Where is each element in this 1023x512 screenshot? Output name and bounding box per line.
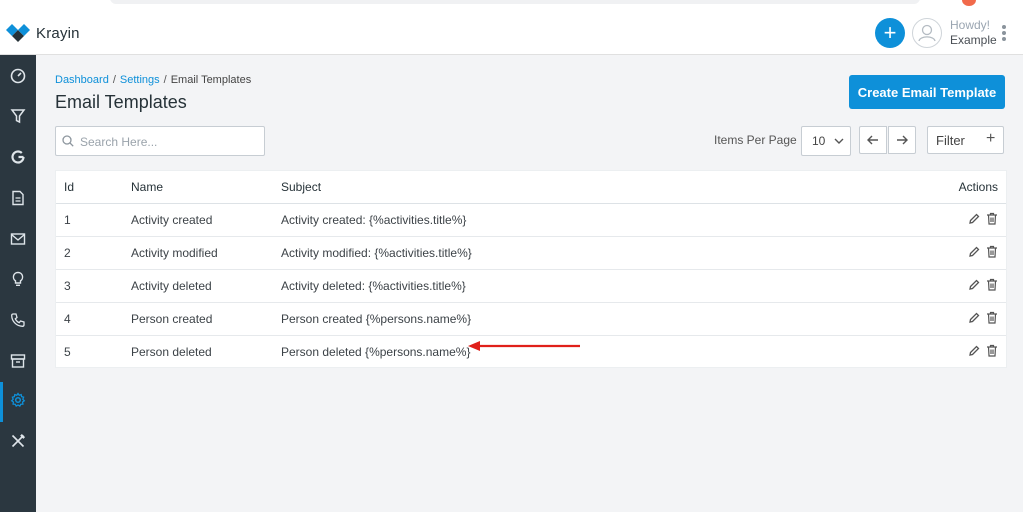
app-logo[interactable]: Krayin — [6, 24, 80, 42]
chevron-down-icon — [834, 138, 844, 144]
row-id: 1 — [56, 203, 131, 237]
address-bar[interactable] — [110, 0, 920, 4]
row-subject: Activity modified: {%activities.title%} — [281, 236, 862, 270]
row-subject: Activity created: {%activities.title%} — [281, 203, 862, 237]
email-templates-table: Id Name Subject Actions 1 Activity creat… — [55, 170, 1007, 368]
column-header-subject[interactable]: Subject — [281, 171, 862, 204]
profile-dot[interactable] — [962, 0, 976, 6]
app-name: Krayin — [36, 24, 80, 42]
create-email-template-button[interactable]: Create Email Template — [849, 75, 1005, 109]
row-actions — [861, 236, 1006, 270]
sidebar-item-quotes[interactable] — [0, 180, 36, 216]
row-name: Activity created — [131, 203, 281, 237]
delete-trash-icon[interactable] — [986, 311, 998, 327]
breadcrumb-settings-link[interactable]: Settings — [120, 74, 160, 86]
table-row: 3 Activity deleted Activity deleted: {%a… — [56, 269, 1006, 303]
row-id: 3 — [56, 269, 131, 303]
mail-icon — [10, 233, 26, 245]
plus-icon: + — [986, 130, 996, 147]
previous-page-button[interactable] — [859, 126, 887, 154]
breadcrumb-separator: / — [163, 74, 167, 86]
delete-trash-icon[interactable] — [986, 245, 998, 261]
column-header-name[interactable]: Name — [131, 171, 281, 204]
delete-trash-icon[interactable] — [986, 212, 998, 228]
row-subject: Person created {%persons.name%} — [281, 302, 862, 336]
search-box — [55, 126, 265, 156]
row-actions — [862, 336, 1006, 369]
row-actions — [861, 302, 1006, 336]
user-icon — [918, 24, 936, 42]
row-name: Person created — [131, 302, 281, 336]
breadcrumb-current: Email Templates — [170, 74, 252, 86]
column-header-actions: Actions — [861, 171, 1006, 204]
dashboard-icon — [10, 68, 26, 84]
row-name: Activity deleted — [131, 269, 281, 303]
search-input[interactable] — [78, 131, 262, 153]
delete-trash-icon[interactable] — [986, 278, 998, 294]
quotes-document-icon — [12, 190, 24, 206]
column-header-id[interactable]: Id — [56, 171, 131, 204]
edit-pencil-icon[interactable] — [968, 345, 980, 360]
sidebar-item-leads[interactable] — [0, 98, 36, 134]
filter-label: Filter — [936, 133, 965, 148]
contacts-phone-icon — [11, 313, 25, 327]
products-archive-icon — [10, 354, 26, 368]
more-menu-icon[interactable] — [1000, 25, 1008, 43]
arrow-left-icon — [867, 135, 878, 145]
annotation-arrow-icon — [468, 341, 580, 351]
activities-bulb-icon — [12, 271, 24, 286]
row-id: 5 — [64, 345, 71, 359]
next-page-button[interactable] — [888, 126, 916, 154]
google-icon — [11, 150, 25, 164]
greeting: Howdy! — [950, 18, 991, 32]
table-row: 2 Activity modified Activity modified: {… — [56, 236, 1006, 270]
breadcrumb-separator: / — [112, 74, 116, 86]
top-header: Krayin + Howdy! Example — [0, 10, 1023, 55]
items-per-page-label: Items Per Page — [714, 133, 797, 147]
row-actions — [861, 269, 1006, 303]
breadcrumb: Dashboard / Settings / Email Templates — [55, 74, 251, 86]
krayin-logo-icon — [6, 24, 30, 42]
leads-funnel-icon — [10, 109, 26, 124]
edit-pencil-icon[interactable] — [968, 246, 980, 261]
items-per-page-select[interactable]: 10 — [801, 126, 851, 156]
row-name: Person deleted — [131, 345, 212, 359]
sidebar-item-settings[interactable] — [0, 382, 36, 422]
search-icon — [62, 135, 74, 147]
sidebar-item-google[interactable] — [0, 139, 36, 175]
items-per-page-value: 10 — [812, 134, 826, 148]
sidebar-item-activities[interactable] — [0, 261, 36, 297]
row-subject: Activity deleted: {%activities.title%} — [281, 269, 862, 303]
table-row: 4 Person created Person created {%person… — [56, 302, 1006, 336]
avatar[interactable] — [912, 18, 942, 48]
edit-pencil-icon[interactable] — [968, 312, 980, 327]
sidebar-item-contacts[interactable] — [0, 302, 36, 338]
table-row: 1 Activity created Activity created: {%a… — [56, 203, 1006, 237]
edit-pencil-icon[interactable] — [968, 279, 980, 294]
quick-add-button[interactable]: + — [875, 18, 905, 48]
username[interactable]: Example — [950, 33, 997, 47]
delete-trash-icon[interactable] — [986, 344, 998, 360]
arrow-right-icon — [897, 135, 908, 145]
sidebar-item-mail[interactable] — [0, 221, 36, 257]
sidebar — [0, 55, 36, 512]
breadcrumb-dashboard-link[interactable]: Dashboard — [55, 74, 109, 86]
filter-button[interactable]: Filter + — [927, 126, 1004, 154]
table-header-row: Id Name Subject Actions — [56, 171, 1006, 204]
sidebar-item-dashboard[interactable] — [0, 58, 36, 94]
row-name: Activity modified — [131, 236, 281, 270]
settings-gear-icon — [10, 392, 26, 408]
sidebar-item-configuration[interactable] — [0, 423, 36, 459]
row-id: 4 — [56, 302, 131, 336]
configuration-tools-icon — [11, 433, 26, 448]
row-id: 2 — [56, 236, 131, 270]
row-actions — [861, 203, 1006, 237]
page-title: Email Templates — [55, 92, 187, 112]
edit-pencil-icon[interactable] — [968, 213, 980, 228]
sidebar-item-products[interactable] — [0, 343, 36, 379]
